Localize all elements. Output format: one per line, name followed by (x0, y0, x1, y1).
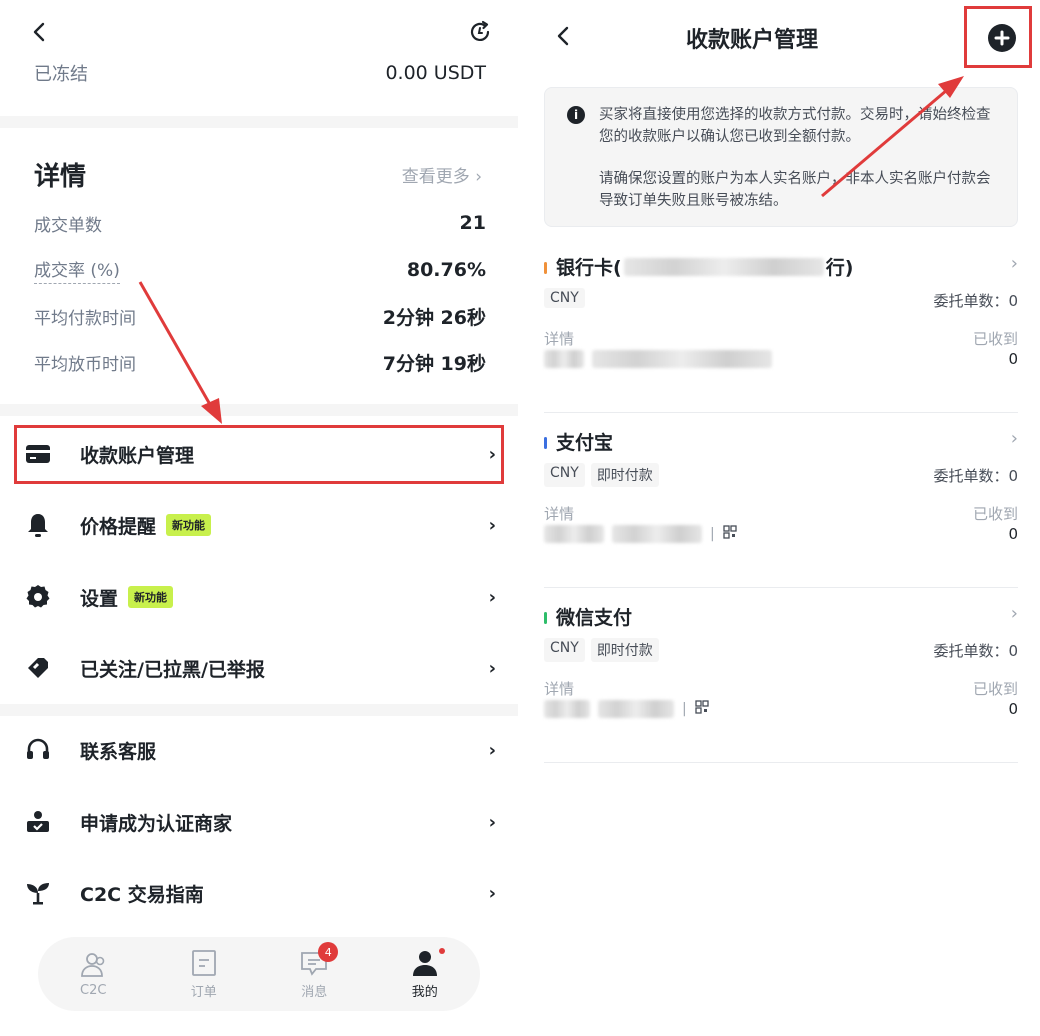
annotation-arrow (821, 76, 964, 198)
payment-accounts-panel: 收款账户管理 i 买家将直接使用您选择的收款方式付款。交易时，请始终检查您的收款… (522, 0, 1040, 1036)
annotation-arrow (138, 281, 222, 424)
profile-panel: 已冻结 0.00 USDT 详情 查看更多 › 成交单数 21 成交率 (%) … (0, 0, 520, 1036)
